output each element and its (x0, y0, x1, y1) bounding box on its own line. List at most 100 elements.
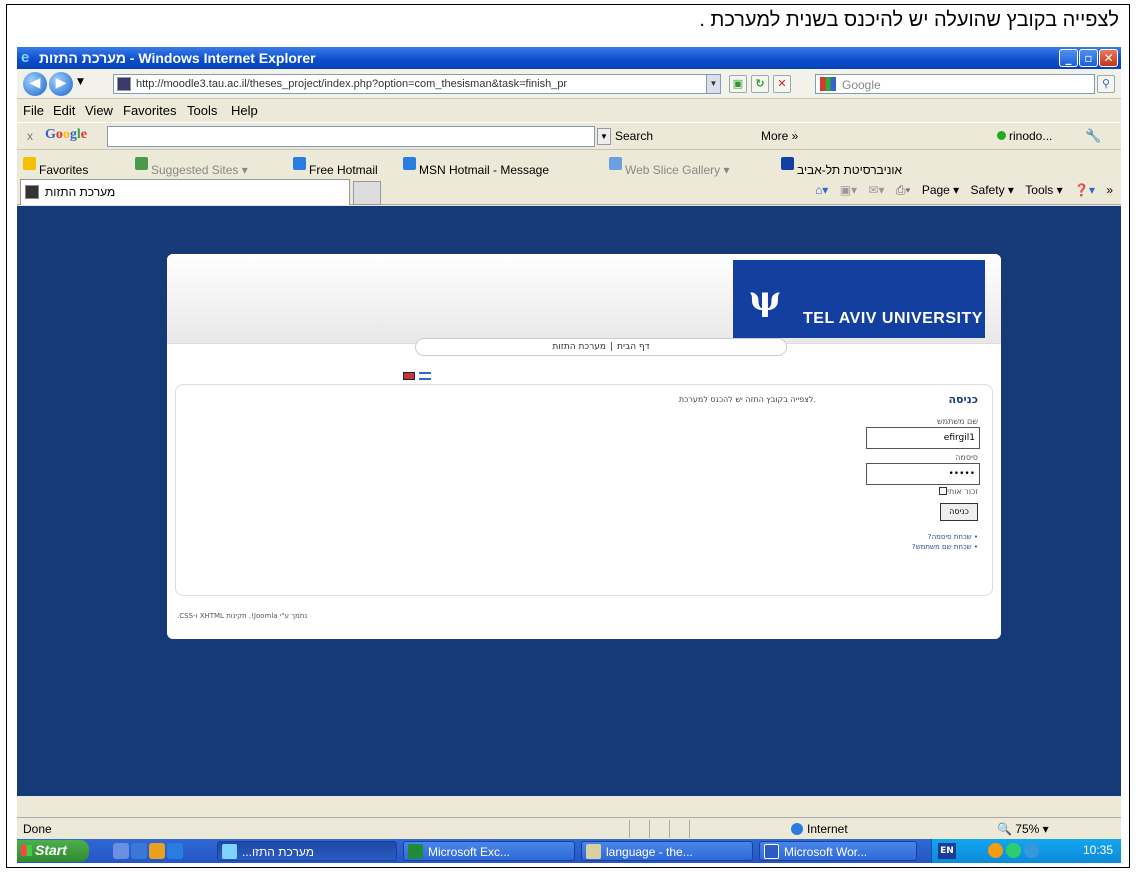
login-message: .לצפייה בקובץ התזה יש להכנס למערכת (678, 395, 816, 404)
fav-msn-hotmail[interactable]: MSN Hotmail - Message (403, 157, 549, 177)
fav-web-slice-gallery[interactable]: Web Slice Gallery ▾ (609, 157, 730, 177)
url-input[interactable]: http://moodle3.tau.ac.il/theses_project/… (113, 74, 721, 94)
start-button[interactable]: Start (17, 840, 89, 862)
menu-tools[interactable]: Tools (187, 103, 217, 118)
caption-text: לצפייה בקובץ שהועלה יש להיכנס בשנית למער… (699, 9, 1119, 31)
ie-icon (222, 844, 237, 859)
login-title: כניסה (948, 393, 979, 406)
ie-icon[interactable] (167, 843, 183, 859)
tray-icon[interactable] (1006, 843, 1021, 858)
stop-icon[interactable]: ✕ (773, 75, 791, 93)
status-bar: Done Internet 🔍 75% ▾ (17, 817, 1121, 839)
maximize-button[interactable]: ▫ (1079, 49, 1098, 67)
zoom-level[interactable]: 🔍 75% ▾ (997, 822, 1049, 836)
site-header: ψ TEL AVIV UNIVERSITY (167, 254, 1001, 344)
user-account[interactable]: rinodo... (997, 129, 1052, 143)
tau-logo-text: TEL AVIV UNIVERSITY (803, 310, 983, 327)
google-search-input[interactable] (107, 126, 595, 147)
chevron-down-icon[interactable]: ▼ (706, 75, 720, 93)
google-search-button[interactable]: Search (615, 129, 653, 143)
tools-menu[interactable]: Tools ▾ (1025, 183, 1062, 197)
fav-tau[interactable]: אוניברסיטת תל-אביב (781, 157, 902, 177)
taskbar: Start מערכת התזו... Microsoft Exc... lan… (17, 839, 1121, 863)
site-favicon-icon (25, 185, 39, 199)
print-icon[interactable]: ⎙▾ (896, 183, 911, 197)
menu-bar: File Edit View Favorites Tools Help (17, 100, 1121, 122)
chevron-right-icon[interactable]: » (1106, 183, 1113, 197)
task-thesis-system[interactable]: מערכת התזו... (217, 841, 397, 861)
israel-flag-icon[interactable] (419, 372, 431, 380)
status-segment (669, 820, 687, 838)
menu-favorites[interactable]: Favorites (123, 103, 176, 118)
wrench-icon[interactable]: 🔧 (1085, 128, 1101, 144)
search-icon[interactable]: ⚲ (1097, 75, 1115, 93)
google-icon (820, 77, 836, 91)
forward-button[interactable]: ▶ (49, 72, 73, 96)
forgot-username-link[interactable]: • שכחת שם משתמש? (912, 543, 978, 551)
menu-help[interactable]: Help (231, 103, 258, 118)
globe-icon (791, 823, 803, 835)
password-field[interactable]: ••••• (866, 463, 980, 485)
refresh-icon[interactable]: ↻ (751, 75, 769, 93)
history-dropdown-icon[interactable]: ▼ (77, 77, 84, 87)
new-tab-button[interactable] (353, 181, 381, 205)
clock: 10:35 (1082, 843, 1113, 857)
mail-icon[interactable]: ✉▾ (868, 183, 884, 197)
more-button[interactable]: More » (761, 129, 798, 143)
ie-icon (293, 157, 306, 170)
tau-emblem-icon: ψ (748, 279, 781, 319)
task-word[interactable]: Microsoft Wor... (759, 841, 917, 861)
menu-view[interactable]: View (85, 103, 113, 118)
tau-icon (781, 157, 794, 170)
page-menu[interactable]: Page ▾ (922, 183, 959, 197)
security-zone[interactable]: Internet (791, 822, 848, 836)
quick-launch-icon[interactable] (113, 843, 129, 859)
close-toolbar-icon[interactable]: x (27, 129, 33, 143)
compatibility-icon[interactable]: ▣ (729, 75, 747, 93)
tray-icon[interactable] (988, 843, 1003, 858)
remember-me[interactable]: זכור אותי (931, 487, 978, 496)
tau-logo: ψ TEL AVIV UNIVERSITY (733, 260, 985, 338)
breadcrumb-home[interactable]: דף הבית (617, 342, 650, 352)
back-button[interactable]: ◀ (23, 72, 47, 96)
task-language[interactable]: language - the... (581, 841, 753, 861)
site-footer: נתמך ע"י Joomla!. תקינות XHTML ו-CSS. (177, 612, 308, 620)
site-card: ψ TEL AVIV UNIVERSITY דף הבית|מערכת התזו… (167, 254, 1001, 639)
help-icon[interactable]: ❓▾ (1074, 183, 1095, 197)
minimize-button[interactable]: _ (1059, 49, 1078, 67)
language-indicator[interactable]: EN (938, 843, 956, 859)
status-text: Done (23, 822, 52, 836)
fav-free-hotmail[interactable]: Free Hotmail (293, 157, 378, 177)
username-label: שם משתמש (937, 417, 978, 426)
home-icon[interactable]: ⌂▾ (815, 183, 828, 197)
search-input[interactable]: Google (815, 74, 1095, 94)
tab-thesis-system[interactable]: מערכת התזות (20, 179, 350, 205)
safety-menu[interactable]: Safety ▾ (971, 183, 1014, 197)
password-label: סיסמה (955, 453, 978, 462)
remember-checkbox[interactable] (939, 487, 948, 495)
breadcrumb: דף הבית|מערכת התזות (415, 338, 787, 356)
quick-launch-icon[interactable] (131, 843, 147, 859)
forgot-password-link[interactable]: • שכחת סיסמה? (928, 533, 978, 541)
chevron-down-icon[interactable]: ▼ (597, 128, 611, 145)
breadcrumb-thesis[interactable]: מערכת התזות (552, 342, 606, 352)
login-panel: כניסה .לצפייה בקובץ התזה יש להכנס למערכת… (175, 384, 993, 596)
browser-window: e מערכת התזות - Windows Internet Explore… (17, 47, 1121, 863)
google-logo: Google (45, 127, 87, 142)
address-bar: ◀ ▶ ▼ http://moodle3.tau.ac.il/theses_pr… (17, 69, 1121, 99)
quick-launch-icon[interactable] (149, 843, 165, 859)
close-button[interactable]: ✕ (1099, 49, 1118, 67)
fav-suggested-sites[interactable]: Suggested Sites ▾ (135, 157, 248, 177)
username-field[interactable]: efirgil1 (866, 427, 980, 449)
uk-flag-icon[interactable] (403, 372, 415, 380)
login-button[interactable]: כניסה (940, 503, 978, 521)
favorites-button[interactable]: Favorites (23, 157, 88, 177)
status-segment (649, 820, 667, 838)
menu-edit[interactable]: Edit (53, 103, 75, 118)
word-icon (764, 844, 779, 859)
page-content: ψ TEL AVIV UNIVERSITY דף הבית|מערכת התזו… (17, 206, 1121, 796)
feeds-icon[interactable]: ▣▾ (840, 183, 857, 197)
task-excel[interactable]: Microsoft Exc... (403, 841, 575, 861)
tray-icon[interactable] (1024, 843, 1039, 858)
menu-file[interactable]: File (23, 103, 44, 118)
